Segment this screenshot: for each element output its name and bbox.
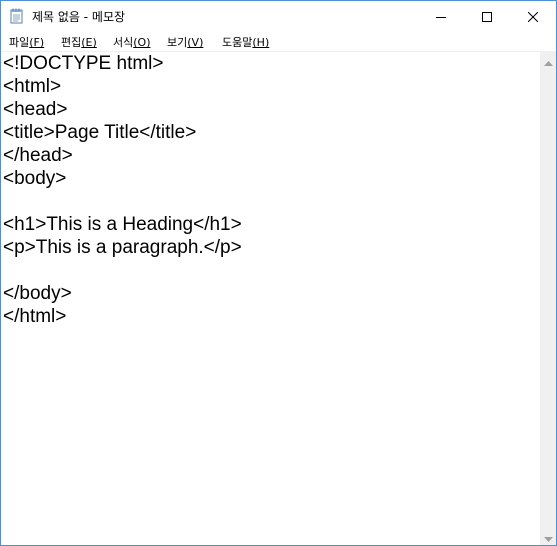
notepad-window: 제목 없음 - 메모장 파일(F) 편집(E) 서식(O) 보기(V) 도움말(… <box>0 0 557 546</box>
title-bar[interactable]: 제목 없음 - 메모장 <box>1 1 556 31</box>
menu-file-label: 파일 <box>9 36 30 49</box>
menu-view-label: 보기 <box>167 36 188 49</box>
menu-file-accel: (F) <box>29 36 45 49</box>
scroll-down-arrow-icon <box>543 527 553 545</box>
menu-format-accel: (O) <box>133 36 151 49</box>
scroll-down-button[interactable] <box>540 528 556 545</box>
maximize-icon <box>482 7 492 26</box>
text-editor-area[interactable]: <!DOCTYPE html> <html> <head> <title>Pag… <box>1 52 540 545</box>
window-title: 제목 없음 - 메모장 <box>32 10 126 24</box>
scroll-up-button[interactable] <box>540 52 556 69</box>
menu-format-label: 서식 <box>113 36 134 49</box>
vertical-scrollbar[interactable] <box>540 52 556 545</box>
close-button[interactable] <box>510 1 556 31</box>
menu-file[interactable]: 파일(F) <box>9 34 44 50</box>
minimize-icon <box>436 7 446 26</box>
menu-bar: 파일(F) 편집(E) 서식(O) 보기(V) 도움말(H) <box>1 31 556 52</box>
menu-edit-accel: (E) <box>81 36 97 49</box>
close-icon <box>527 7 539 26</box>
menu-edit-label: 편집 <box>61 36 82 49</box>
menu-view[interactable]: 보기(V) <box>167 34 203 50</box>
menu-edit[interactable]: 편집(E) <box>61 34 97 50</box>
editor-content[interactable]: <!DOCTYPE html> <html> <head> <title>Pag… <box>3 52 242 328</box>
menu-help[interactable]: 도움말(H) <box>222 34 269 50</box>
minimize-button[interactable] <box>418 1 464 31</box>
scroll-up-arrow-icon <box>543 51 553 70</box>
maximize-button[interactable] <box>464 1 510 31</box>
menu-format[interactable]: 서식(O) <box>113 34 151 50</box>
menu-help-label: 도움말 <box>222 36 253 49</box>
menu-help-accel: (H) <box>252 36 270 49</box>
menu-view-accel: (V) <box>187 36 204 49</box>
notepad-icon[interactable] <box>10 8 24 24</box>
